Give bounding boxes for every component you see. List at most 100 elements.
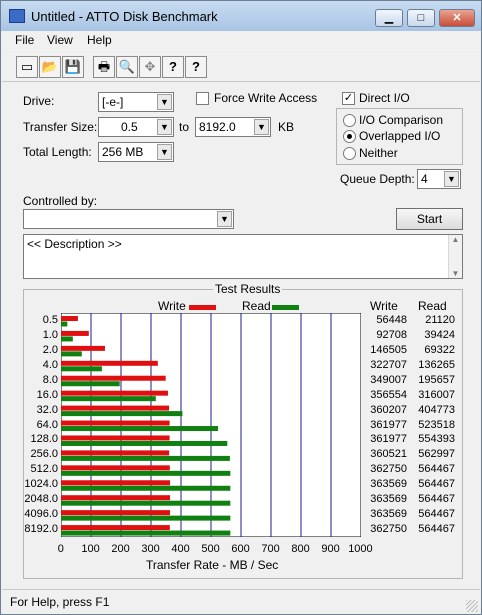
x-tick-label: 100: [81, 543, 100, 555]
read-value: 195657: [418, 373, 455, 386]
chevron-down-icon: ▼: [217, 211, 232, 227]
x-tick-label: 800: [291, 543, 310, 555]
minimize-button[interactable]: ▁: [375, 9, 403, 27]
queue-depth-select[interactable]: 4 ▼: [417, 169, 461, 189]
application-window: Untitled - ATTO Disk Benchmark ▁ □ ✕ Fil…: [0, 0, 482, 615]
read-bar: [61, 411, 183, 417]
read-bar: [61, 366, 102, 372]
transfer-from-value: 0.5: [121, 120, 138, 134]
x-tick-label: 700: [261, 543, 280, 555]
kb-label: KB: [278, 120, 295, 134]
title-bar: Untitled - ATTO Disk Benchmark ▁ □ ✕: [1, 1, 481, 31]
write-value: 56448: [376, 314, 407, 326]
read-value: 523518: [418, 418, 455, 431]
drive-label: Drive:: [23, 94, 55, 108]
transfer-size-from-select[interactable]: 0.5 ▼: [98, 117, 174, 137]
resize-grip[interactable]: [466, 600, 478, 612]
print-preview-icon[interactable]: 🔍: [116, 56, 138, 78]
write-value: 362750: [370, 523, 407, 536]
neither-label: Neither: [359, 146, 398, 160]
read-value: 316007: [418, 388, 455, 401]
start-button[interactable]: Start: [396, 208, 463, 230]
controlled-by-select[interactable]: ▼: [23, 209, 234, 229]
legend-read-label: Read: [242, 299, 271, 313]
overlapped-io-radio[interactable]: [343, 130, 356, 143]
transfer-size-row-label: 128.0: [30, 433, 58, 446]
write-bar: [61, 450, 170, 456]
read-value: 21120: [425, 314, 455, 326]
write-bar: [61, 390, 168, 396]
write-bar: [61, 316, 78, 321]
transfer-size-row-label: 8192.0: [24, 523, 58, 536]
x-tick-label: 200: [111, 543, 130, 555]
write-value: 362750: [370, 463, 407, 476]
queue-depth-value: 4: [421, 172, 428, 186]
legend-read-swatch: [272, 305, 299, 310]
transfer-size-row-label: 1.0: [42, 328, 58, 341]
move-icon[interactable]: ✥: [139, 56, 161, 78]
x-tick-label: 900: [321, 543, 340, 555]
total-length-select[interactable]: 256 MB ▼: [98, 142, 174, 162]
read-value: 564467: [418, 463, 455, 476]
transfer-size-to-select[interactable]: 8192.0 ▼: [195, 117, 271, 137]
x-tick-label: 1000: [348, 543, 373, 555]
menu-view[interactable]: View: [47, 33, 73, 47]
write-bar: [61, 345, 105, 351]
write-value: 361977: [370, 418, 407, 431]
read-value: 69322: [424, 343, 455, 356]
transfer-size-label: Transfer Size:: [23, 120, 98, 134]
read-value: 564467: [418, 508, 455, 521]
overlapped-io-label: Overlapped I/O: [359, 129, 441, 143]
print-icon[interactable]: 🖶: [93, 56, 115, 78]
read-bar: [61, 530, 231, 536]
transfer-size-row-label: 32.0: [36, 403, 58, 416]
io-comparison-label: I/O Comparison: [359, 113, 444, 127]
drive-select[interactable]: [-e-] ▼: [98, 92, 174, 112]
chevron-down-icon: ▼: [157, 144, 172, 160]
to-label: to: [179, 120, 190, 134]
help-icon[interactable]: ?: [162, 56, 184, 78]
write-value: 360207: [370, 403, 407, 416]
transfer-size-row-label: 16.0: [36, 388, 58, 401]
write-value: 146505: [370, 343, 407, 356]
chevron-down-icon: ▼: [157, 94, 172, 110]
read-bar: [61, 381, 120, 387]
description-text: << Description >>: [27, 237, 122, 251]
read-bar: [61, 440, 228, 446]
write-bar: [61, 480, 171, 486]
close-button[interactable]: ✕: [439, 9, 475, 27]
neither-radio[interactable]: [343, 147, 356, 160]
write-bar: [61, 495, 171, 501]
description-scrollbar[interactable]: ▲ ▼: [448, 235, 462, 278]
read-bar: [61, 336, 73, 342]
description-textarea[interactable]: << Description >> ▲ ▼: [23, 234, 463, 279]
main-panel: Drive: [-e-] ▼ Force Write Access ✓ Dire…: [2, 83, 480, 588]
chevron-down-icon: ▼: [157, 119, 172, 135]
save-icon[interactable]: 💾: [62, 56, 84, 78]
context-help-icon[interactable]: ?: [185, 56, 207, 78]
force-write-checkbox[interactable]: [196, 92, 209, 105]
transfer-size-row-label: 64.0: [36, 418, 58, 431]
transfer-to-value: 8192.0: [199, 120, 236, 134]
io-comparison-radio[interactable]: [343, 114, 356, 127]
open-icon[interactable]: 📂: [39, 56, 61, 78]
write-value: 322707: [370, 358, 407, 371]
new-icon[interactable]: ▭: [16, 56, 38, 78]
legend-write-swatch: [189, 305, 216, 310]
read-value: 404773: [418, 403, 455, 416]
x-tick-label: 0: [57, 543, 64, 555]
menu-file[interactable]: File: [15, 33, 34, 47]
read-value: 564467: [418, 478, 455, 491]
read-bar: [61, 485, 231, 491]
maximize-button[interactable]: □: [407, 9, 435, 27]
scroll-up-icon[interactable]: ▲: [449, 235, 462, 244]
read-bar: [61, 426, 219, 432]
write-value: 349007: [370, 373, 407, 386]
menu-help[interactable]: Help: [87, 33, 112, 47]
read-bar: [61, 500, 231, 506]
menu-bar: File View Help: [2, 31, 480, 51]
read-value: 39424: [424, 328, 455, 341]
total-length-value: 256 MB: [102, 145, 144, 159]
direct-io-checkbox[interactable]: ✓: [342, 92, 355, 105]
scroll-down-icon[interactable]: ▼: [449, 269, 462, 278]
